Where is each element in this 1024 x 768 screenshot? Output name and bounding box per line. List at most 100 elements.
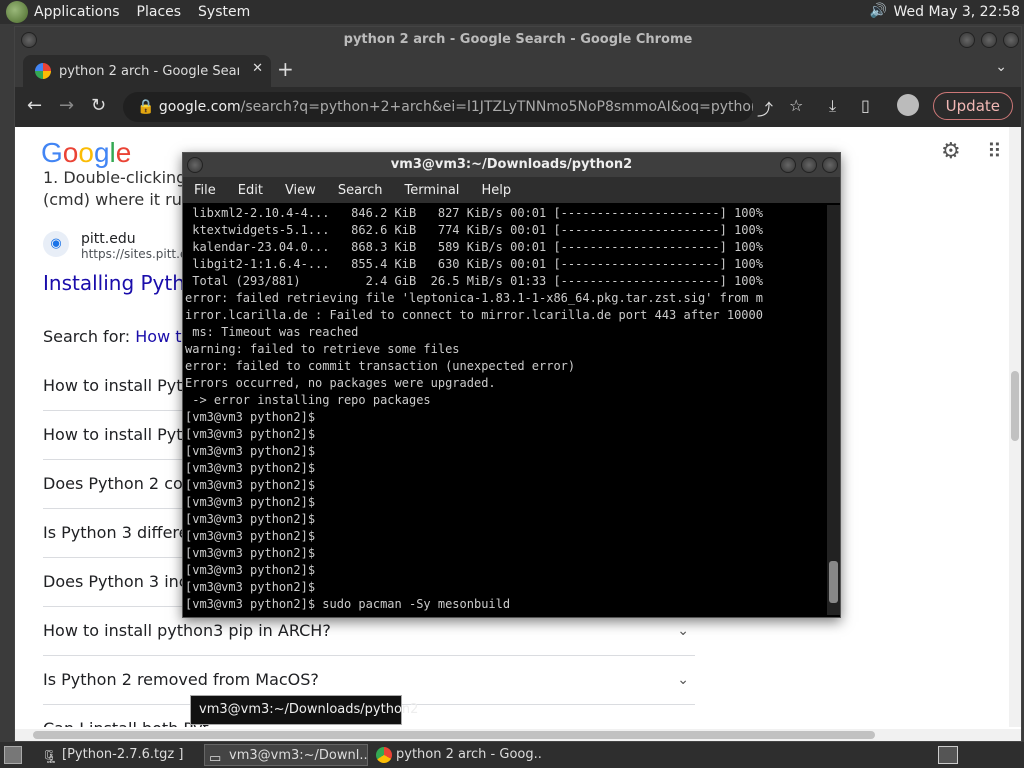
update-button[interactable]: Update <box>932 92 1013 120</box>
top-panel: Applications Places System 🔊 Wed May 3, … <box>0 0 1024 24</box>
chevron-down-icon: ⌄ <box>677 705 689 727</box>
tab-title: python 2 arch - Google Search <box>59 63 239 79</box>
menu-terminal[interactable]: Terminal <box>404 183 459 198</box>
taskbar-item-label: python 2 arch - Goog... <box>396 747 542 762</box>
close-tab-icon[interactable]: ✕ <box>252 61 263 76</box>
side-panel-icon[interactable]: ▯ <box>861 96 870 115</box>
chevron-down-icon: ⌄ <box>677 672 689 688</box>
archive-icon: 🗜 <box>42 750 59 765</box>
terminal-line: kalendar-23.04.0... 868.3 KiB 589 KiB/s … <box>185 240 763 254</box>
paa-question-text: How to install Pytho <box>43 376 203 395</box>
places-menu[interactable]: Places <box>137 4 182 20</box>
browser-tab[interactable]: python 2 arch - Google Search ✕ <box>23 55 271 87</box>
terminal-window: vm3@vm3:~/Downloads/python2 File Edit Vi… <box>182 152 841 618</box>
scrollbar-thumb[interactable] <box>33 731 875 739</box>
reload-icon[interactable]: ↻ <box>91 95 106 116</box>
taskbar-item-label: vm3@vm3:~/Downl... <box>229 748 368 763</box>
lock-icon[interactable]: 🔒 <box>137 99 154 115</box>
terminal-line: [vm3@vm3 python2]$ sudo pacman -Sy meson… <box>185 597 511 611</box>
terminal-line: [vm3@vm3 python2]$ <box>185 563 316 577</box>
site-name: pitt.edu <box>81 231 136 247</box>
chevron-down-icon[interactable]: ⌄ <box>995 59 1007 75</box>
result-source[interactable]: ◉ pitt.edu https://sites.pitt.ed <box>43 231 195 261</box>
terminal-line: Errors occurred, no packages were upgrad… <box>185 376 496 390</box>
minimize-button[interactable] <box>959 32 975 48</box>
search-for-label: Search for: <box>43 327 136 346</box>
new-tab-icon[interactable]: + <box>277 57 294 81</box>
menu-help[interactable]: Help <box>481 183 511 198</box>
apps-grid-icon[interactable]: ⠿ <box>987 139 1002 163</box>
snippet-line: (cmd) where it ru <box>43 190 182 209</box>
logo-letter: o <box>62 137 79 168</box>
logo-letter: G <box>41 137 63 168</box>
arrow-left-icon[interactable]: ← <box>27 95 42 116</box>
menu-view[interactable]: View <box>285 183 316 198</box>
tab-strip: python 2 arch - Google Search ✕ + ⌄ <box>15 53 1021 87</box>
menu-search[interactable]: Search <box>338 183 383 198</box>
terminal-line: ktextwidgets-5.1... 862.6 KiB 774 KiB/s … <box>185 223 763 237</box>
terminal-titlebar[interactable]: vm3@vm3:~/Downloads/python2 <box>183 153 840 177</box>
clock[interactable]: Wed May 3, 22:58 <box>893 4 1020 20</box>
terminal-scrollbar[interactable] <box>827 205 840 615</box>
download-icon[interactable]: ⤓ <box>829 96 836 116</box>
taskbar-item-archive[interactable]: 🗜 [Python-2.7.6.tgz ] <box>38 744 198 766</box>
taskbar-item-chrome[interactable]: python 2 arch - Goog... <box>372 744 542 766</box>
terminal-menubar: File Edit View Search Terminal Help <box>183 177 840 203</box>
menu-file[interactable]: File <box>194 183 216 198</box>
profile-icon[interactable] <box>897 94 919 116</box>
browser-toolbar: ← → ↻ 🔒 google.com/search?q=python+2+arc… <box>15 87 1021 127</box>
terminal-line: error: failed retrieving file 'leptonica… <box>185 291 763 305</box>
chrome-icon <box>376 747 392 763</box>
terminal-line: warning: failed to retrieve some files <box>185 342 460 356</box>
minimize-button[interactable] <box>780 157 796 173</box>
terminal-line: ms: Timeout was reached <box>185 325 359 339</box>
volume-icon[interactable]: 🔊 <box>869 3 887 21</box>
menu-edit[interactable]: Edit <box>238 183 263 198</box>
gear-icon[interactable]: ⚙ <box>941 139 961 164</box>
terminal-line: irror.lcarilla.de : Failed to connect to… <box>185 308 763 322</box>
paa-question-text: Is Python 3 different <box>43 523 205 542</box>
paa-question-text: Does Python 2 com <box>43 474 199 493</box>
taskbar-item-label: [Python-2.7.6.tgz ] <box>62 747 184 762</box>
close-window-button[interactable] <box>822 157 838 173</box>
chrome-titlebar[interactable]: python 2 arch - Google Search - Google C… <box>15 27 1021 53</box>
google-logo[interactable]: Google <box>41 137 131 169</box>
taskbar-item-terminal[interactable]: ▭ vm3@vm3:~/Downl... <box>204 744 368 766</box>
arrow-right-icon[interactable]: → <box>59 95 74 116</box>
url-path: /search?q=python+2+arch&ei=l1JTZLyTNNmo5… <box>240 99 753 115</box>
snippet-text: 1. Double-clicking o (cmd) where it ru <box>43 167 201 211</box>
share-icon[interactable]: ⤴ <box>757 96 773 120</box>
paa-question-text: Is Python 2 removed from MacOS? <box>43 670 319 689</box>
terminal-icon: ▭ <box>209 751 222 766</box>
horizontal-scrollbar[interactable] <box>15 729 1021 741</box>
applications-menu[interactable]: Applications <box>34 4 120 20</box>
window-title: python 2 arch - Google Search - Google C… <box>343 32 693 47</box>
terminal-line: [vm3@vm3 python2]$ <box>185 478 316 492</box>
window-menu-icon[interactable] <box>21 32 37 48</box>
terminal-line: error: failed to commit transaction (une… <box>185 359 576 373</box>
snippet-line: 1. Double-clicking o <box>43 168 202 187</box>
window-menu-icon[interactable] <box>187 157 203 173</box>
terminal-line: [vm3@vm3 python2]$ <box>185 495 316 509</box>
system-logo-icon[interactable] <box>6 1 28 23</box>
vertical-scrollbar[interactable] <box>1009 127 1021 727</box>
maximize-button[interactable] <box>801 157 817 173</box>
paa-question-text: Does Python 3 inclu <box>43 572 203 591</box>
address-bar[interactable]: 🔒 google.com/search?q=python+2+arch&ei=l… <box>123 92 753 122</box>
maximize-button[interactable] <box>981 32 997 48</box>
star-icon[interactable]: ☆ <box>789 96 803 115</box>
terminal-line: [vm3@vm3 python2]$ <box>185 461 316 475</box>
bottom-panel: 🗜 [Python-2.7.6.tgz ] ▭ vm3@vm3:~/Downl.… <box>0 742 1024 768</box>
terminal-output[interactable]: libxml2-2.10.4-4... 846.2 KiB 827 KiB/s … <box>185 205 825 615</box>
show-desktop-icon[interactable] <box>4 746 22 764</box>
workspace-switcher[interactable] <box>938 746 958 764</box>
scrollbar-thumb[interactable] <box>829 561 838 603</box>
logo-letter: e <box>115 137 132 168</box>
terminal-line: [vm3@vm3 python2]$ <box>185 512 316 526</box>
terminal-title: vm3@vm3:~/Downloads/python2 <box>390 157 633 172</box>
system-menu[interactable]: System <box>198 4 250 20</box>
paa-question-text: How to install Pytho <box>43 425 203 444</box>
close-window-button[interactable] <box>1003 32 1019 48</box>
scrollbar-thumb[interactable] <box>1011 371 1019 441</box>
taskbar-tooltip: vm3@vm3:~/Downloads/python2 <box>190 695 418 725</box>
